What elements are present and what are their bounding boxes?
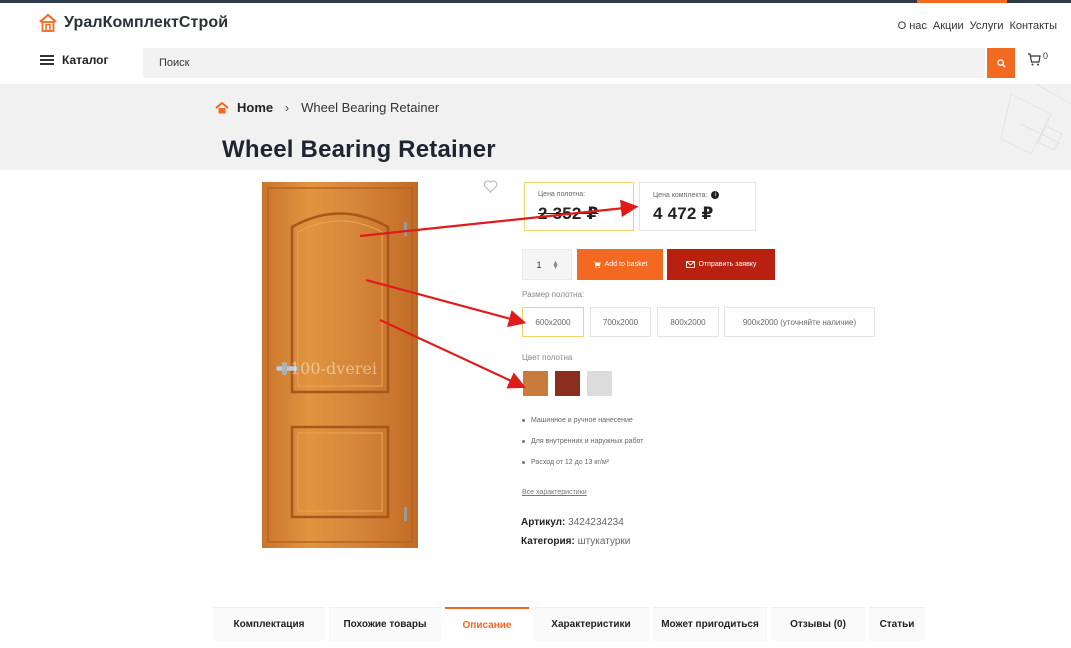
- color-swatch-grey[interactable]: [587, 371, 612, 396]
- search-button[interactable]: [987, 48, 1015, 78]
- search-icon: [996, 58, 1006, 68]
- breadcrumb-home[interactable]: Home: [237, 100, 273, 115]
- top-nav: О нас Акции Услуги Контакты: [898, 20, 1057, 32]
- home-logo-icon: [39, 13, 57, 32]
- decorative-blueprint: [1000, 84, 1071, 155]
- price-kit-label-row: Цена комплекта: i: [653, 191, 720, 199]
- color-swatch-mahogany[interactable]: [555, 371, 580, 396]
- add-to-basket-label: Add to basket: [604, 261, 648, 268]
- cart-button[interactable]: 0: [1027, 51, 1049, 66]
- send-request-label: Отправить заявку: [698, 261, 757, 268]
- product-image[interactable]: 100-dverei: [262, 182, 418, 548]
- tab-articles[interactable]: Статьи: [869, 607, 925, 641]
- breadcrumb: Home › Wheel Bearing Retainer: [215, 100, 439, 115]
- tab-description[interactable]: Описание: [445, 607, 529, 641]
- nav-services[interactable]: Услуги: [970, 20, 1004, 32]
- feature-list: Машинное и ручное нанесение Для внутренн…: [522, 410, 644, 473]
- search-bar: Каталог 0: [0, 45, 1071, 81]
- price-kit-value: 4 472 ₽: [653, 204, 714, 223]
- feature-item: Расход от 12 до 13 кг/м²: [522, 452, 644, 473]
- home-icon: [215, 101, 229, 113]
- door-illustration: 100-dverei: [262, 182, 418, 548]
- size-option-900[interactable]: 900x2000 (уточняйте наличие): [724, 307, 875, 337]
- tab-specs[interactable]: Характеристики: [533, 607, 649, 641]
- logo-text: УралКомплектСтрой: [64, 14, 229, 31]
- tab-kit[interactable]: Комплектация: [213, 607, 325, 641]
- size-option-800[interactable]: 800x2000: [657, 307, 719, 337]
- price-blade-value: 2 352 ₽: [538, 204, 599, 223]
- price-blade-label: Цена полотна:: [538, 191, 586, 198]
- price-box-blade: Цена полотна: 2 352 ₽: [524, 182, 634, 231]
- nav-contacts[interactable]: Контакты: [1009, 20, 1057, 32]
- quantity-value: 1: [536, 259, 542, 270]
- nav-about[interactable]: О нас: [898, 20, 927, 32]
- page-hero: Home › Wheel Bearing Retainer Wheel Bear…: [0, 84, 1071, 170]
- catalog-button[interactable]: Каталог: [40, 53, 109, 67]
- tab-may-need[interactable]: Может пригодиться: [653, 607, 767, 641]
- cart-count: 0: [1043, 51, 1049, 61]
- tab-reviews[interactable]: Отзывы (0): [771, 607, 865, 641]
- color-label: Цвет полотна: [522, 353, 573, 362]
- sku-row: Артикул: 3424234234: [521, 517, 624, 528]
- site-header: УралКомплектСтрой О нас Акции Услуги Кон…: [0, 3, 1071, 45]
- menu-icon: [40, 55, 54, 65]
- add-to-basket-button[interactable]: Add to basket: [577, 249, 663, 280]
- search-field-wrap: [143, 48, 985, 78]
- sku-value: 3424234234: [568, 517, 624, 528]
- category-label: Категория:: [521, 536, 575, 547]
- nav-promotions[interactable]: Акции: [933, 20, 964, 32]
- price-kit-label: Цена комплекта:: [653, 191, 708, 199]
- quantity-stepper[interactable]: 1 ▴ ▾: [522, 249, 572, 280]
- catalog-label: Каталог: [62, 53, 109, 67]
- breadcrumb-separator: ›: [285, 100, 290, 115]
- feature-item: Машинное и ручное нанесение: [522, 410, 644, 431]
- product-tabs: Комплектация Похожие товары Описание Хар…: [213, 607, 925, 641]
- cart-icon: [1028, 53, 1041, 66]
- all-specs-link[interactable]: Все характеристики: [522, 489, 587, 496]
- image-watermark: 100-dverei: [290, 359, 377, 378]
- heart-icon: [483, 180, 498, 193]
- send-request-button[interactable]: Отправить заявку: [667, 249, 775, 280]
- category-row: Категория: штукатурки: [521, 536, 630, 547]
- size-option-600[interactable]: 600x2000: [522, 307, 584, 337]
- logo[interactable]: УралКомплектСтрой: [38, 13, 228, 33]
- stepper-arrows-icon[interactable]: ▴ ▾: [554, 258, 558, 270]
- price-box-kit: Цена комплекта: i 4 472 ₽: [639, 182, 756, 231]
- info-icon[interactable]: i: [711, 191, 720, 199]
- size-label: Размер полотна:: [522, 290, 585, 299]
- wishlist-button[interactable]: [483, 180, 498, 198]
- mail-icon: [685, 261, 695, 268]
- sku-label: Артикул:: [521, 517, 566, 528]
- cart-small-icon: [592, 261, 601, 268]
- breadcrumb-current: Wheel Bearing Retainer: [301, 100, 440, 115]
- tab-similar[interactable]: Похожие товары: [329, 607, 441, 641]
- feature-item: Для внутренних и наружных работ: [522, 431, 644, 452]
- page-title: Wheel Bearing Retainer: [222, 136, 496, 163]
- search-input[interactable]: [143, 48, 985, 78]
- category-value[interactable]: штукатурки: [578, 536, 631, 547]
- size-option-700[interactable]: 700x2000: [590, 307, 651, 337]
- color-swatch-light-oak[interactable]: [523, 371, 548, 396]
